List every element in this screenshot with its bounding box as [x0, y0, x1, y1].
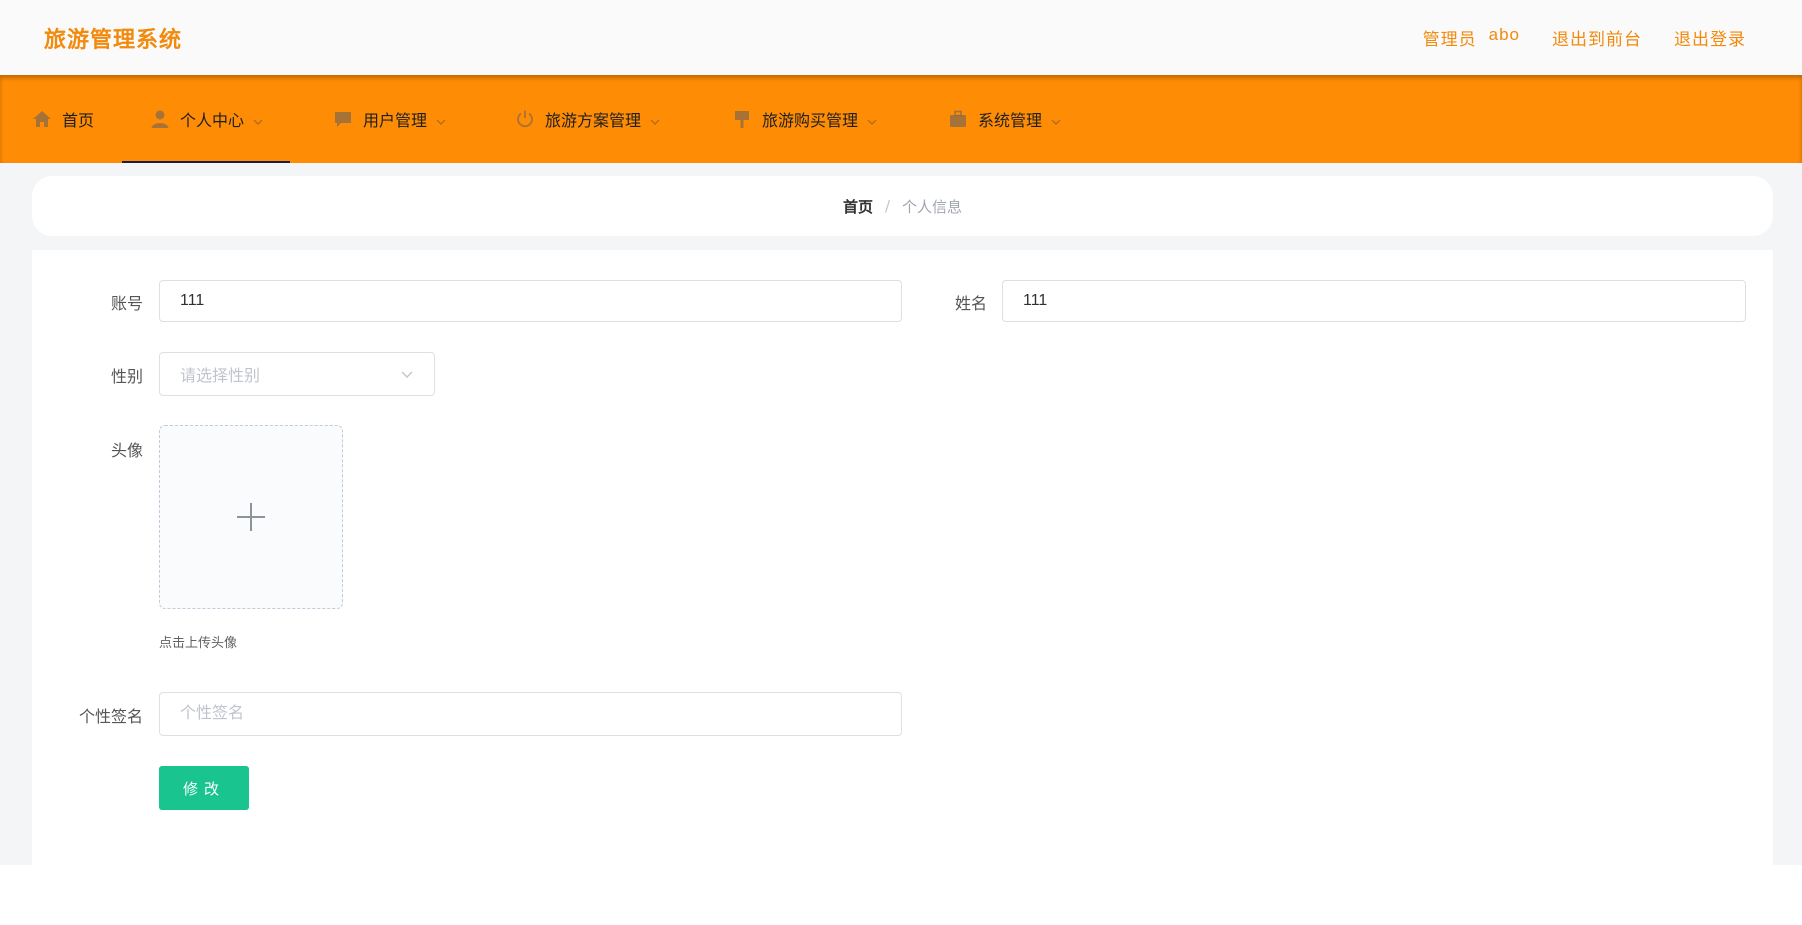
nav-item-travel-purchase-management[interactable]: 旅游购买管理 — [732, 75, 878, 163]
header-links: 管理员 abo 退出到前台 退出登录 — [1423, 25, 1746, 50]
nav-label-travel-purchase-management: 旅游购买管理 — [762, 111, 859, 130]
home-icon — [32, 109, 52, 129]
breadcrumb: 首页 / 个人信息 — [32, 176, 1773, 236]
nav-label-system-management: 系统管理 — [978, 111, 1043, 130]
nav-label-travel-plan-management: 旅游方案管理 — [545, 111, 642, 130]
nav-item-home[interactable]: 首页 — [32, 75, 94, 163]
nav-label-personal-center: 个人中心 — [180, 111, 245, 130]
avatar-label: 头像 — [110, 441, 143, 460]
name-input[interactable] — [1002, 280, 1746, 322]
page-bottom — [0, 865, 1802, 925]
chevron-down-icon — [252, 113, 264, 125]
gender-label: 性别 — [110, 367, 143, 386]
plus-icon — [235, 501, 267, 533]
nav-label-user-management: 用户管理 — [363, 111, 428, 130]
chevron-down-icon — [1050, 113, 1062, 125]
flag-icon — [732, 109, 752, 129]
account-label: 账号 — [110, 294, 143, 313]
briefcase-icon — [948, 109, 968, 129]
logout-link[interactable]: 退出登录 — [1674, 25, 1746, 50]
breadcrumb-current: 个人信息 — [902, 197, 963, 216]
chat-icon — [333, 109, 353, 129]
nav-item-user-management[interactable]: 用户管理 — [333, 75, 447, 163]
power-icon — [515, 109, 535, 129]
username: abo — [1488, 25, 1520, 44]
nav-item-travel-plan-management[interactable]: 旅游方案管理 — [515, 75, 661, 163]
top-header: 旅游管理系统 管理员 abo 退出到前台 退出登录 — [0, 0, 1802, 76]
gender-select[interactable]: 请选择性别 — [159, 352, 435, 396]
chevron-down-icon — [866, 113, 878, 125]
user-icon — [150, 109, 170, 129]
main-nav: 首页 个人中心 用户管理 旅游方案管理 旅游购买管理 系统管理 — [0, 75, 1802, 163]
exit-to-frontend-link[interactable]: 退出到前台 — [1552, 25, 1642, 50]
submit-button[interactable]: 修改 — [159, 766, 249, 810]
avatar-uploader[interactable] — [159, 425, 343, 609]
gender-placeholder: 请选择性别 — [180, 366, 261, 385]
chevron-down-icon — [435, 113, 447, 125]
account-input[interactable] — [159, 280, 902, 322]
nav-item-personal-center[interactable]: 个人中心 — [121, 75, 291, 163]
app-title: 旅游管理系统 — [44, 27, 183, 53]
signature-input[interactable] — [159, 692, 902, 736]
role-label: 管理员 — [1422, 30, 1477, 50]
nav-label-home: 首页 — [62, 111, 95, 130]
breadcrumb-home[interactable]: 首页 — [843, 196, 873, 217]
upload-tip: 点击上传头像 — [159, 636, 238, 651]
chevron-down-icon — [649, 113, 661, 125]
current-user: 管理员 abo — [1423, 25, 1520, 50]
chevron-down-icon — [400, 367, 414, 381]
signature-label: 个性签名 — [78, 707, 143, 726]
breadcrumb-separator: / — [884, 197, 891, 215]
name-label: 姓名 — [954, 294, 987, 313]
nav-item-system-management[interactable]: 系统管理 — [948, 75, 1062, 163]
